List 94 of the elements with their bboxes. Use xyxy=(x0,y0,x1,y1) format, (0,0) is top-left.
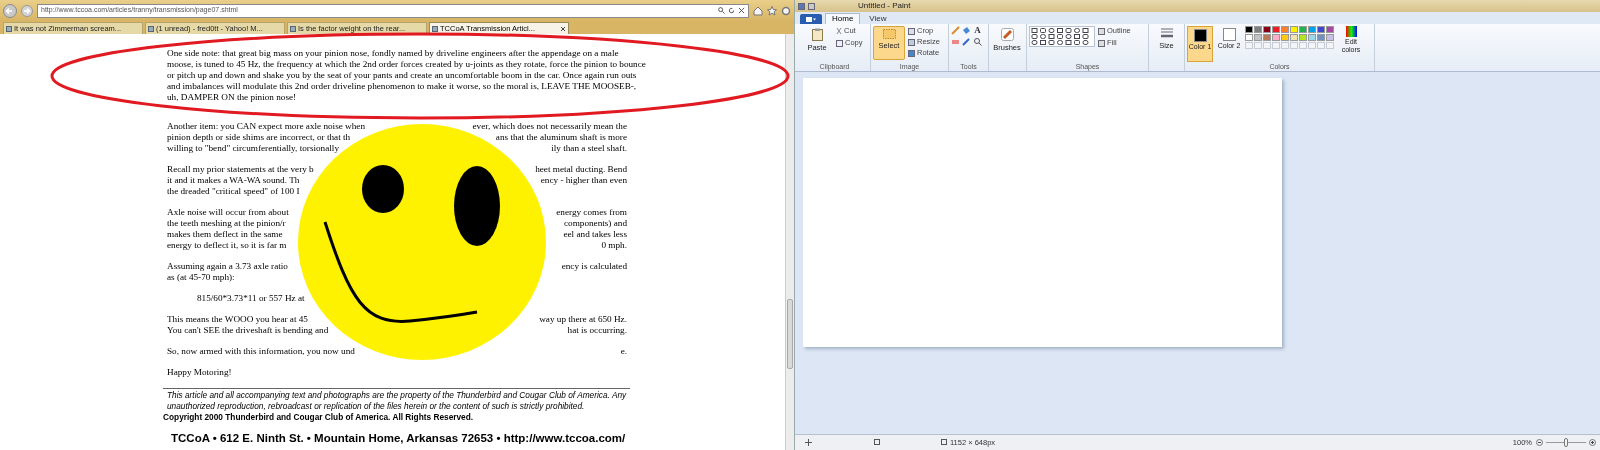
article-text: Recall my prior statements at the very b xyxy=(167,164,314,175)
article-text: You can't SEE the driveshaft is bending and xyxy=(167,325,329,336)
brush-icon xyxy=(1000,28,1014,41)
zoom-in-button[interactable] xyxy=(1589,439,1596,446)
color-swatch[interactable] xyxy=(1308,26,1316,33)
article-text: So, now armed with this information, you now und xyxy=(167,346,355,357)
color-swatch[interactable] xyxy=(1263,26,1271,33)
color-swatch[interactable] xyxy=(1272,26,1280,33)
article-text: the dreaded "critical speed" of 100 I xyxy=(167,186,300,197)
article-text: it and it makes a WA-WA sound. Th xyxy=(167,175,300,186)
close-icon[interactable] xyxy=(738,7,745,14)
copyright-notice: This article and all accompanying text and photographs are the property of the Thunderbird and Cougar Club of America. Any xyxy=(166,390,628,401)
color-swatch[interactable] xyxy=(1326,34,1334,41)
article-text: makes them deflect in the same xyxy=(167,229,283,240)
article-text: ency - higher than even xyxy=(540,175,627,186)
refresh-icon[interactable] xyxy=(728,7,735,14)
article-text: energy comes from xyxy=(556,207,627,218)
article-text: as (at 45-70 mph): xyxy=(167,272,235,283)
article-text: the teeth meshing at the pinion/r xyxy=(167,218,286,229)
eraser-icon[interactable] xyxy=(951,37,960,46)
contact-line: TCCoA • 612 E. Ninth St. • Mountain Home, Arkansas 72653 • http://www.tccoa.com/ xyxy=(171,431,626,446)
article-text: hat is occurring. xyxy=(567,325,627,336)
window-title: Untitled - Paint xyxy=(858,1,911,11)
back-icon[interactable] xyxy=(3,3,17,18)
article-text: ever, which does not necessarily mean the xyxy=(472,121,627,132)
magnifier-icon[interactable] xyxy=(973,37,982,46)
home-icon[interactable] xyxy=(753,5,763,16)
color-swatch[interactable] xyxy=(1272,34,1280,41)
article-text: ans that the aluminum shaft is more xyxy=(495,132,627,143)
color-picker-icon[interactable] xyxy=(962,37,971,46)
image-size-icon xyxy=(941,439,948,446)
article-text: Assuming again a 3.73 axle ratio xyxy=(167,261,288,272)
article-text: moose, is tuned to 45 Hz, the frequency at which the 2nd order forces created by u-joints as they rotate, force the pinion to bounce xyxy=(167,59,646,70)
color-swatch[interactable] xyxy=(1245,34,1253,41)
copyright-text: Copyright 2000 Thunderbird and Cougar Club of America. All Rights Reserved. xyxy=(163,412,475,423)
line-width-icon xyxy=(1160,28,1173,39)
article-text: eel and takes less xyxy=(563,229,627,240)
shapes-gallery-drawing[interactable] xyxy=(1029,26,1095,47)
selection-icon xyxy=(882,29,896,39)
forward-icon[interactable] xyxy=(21,4,33,17)
cursor-position-icon xyxy=(805,439,812,446)
article-text: One side note: that great big mass on your pinion nose, fondly named by driveline engineers after the appendage on a male xyxy=(167,48,619,59)
clipboard-icon xyxy=(811,28,823,41)
article-text: This means the WOOO you hear at 45 xyxy=(167,314,308,325)
ribbon-tab[interactable]: View xyxy=(863,13,893,24)
zoom-slider-thumb[interactable] xyxy=(1564,438,1568,447)
article-text: ency is calculated xyxy=(561,261,627,272)
article-text: Axle noise will occur from about xyxy=(167,207,289,218)
article-text: e. xyxy=(620,346,627,357)
article-text: 815/60*3.73*11 or 557 Hz at xyxy=(197,293,305,304)
color-swatch[interactable] xyxy=(1281,26,1289,33)
text-tool-button[interactable]: A xyxy=(973,26,982,35)
zoom-out-button[interactable] xyxy=(1536,439,1543,446)
color-swatch[interactable] xyxy=(1263,34,1271,41)
drawing-canvas[interactable] xyxy=(803,78,1282,347)
search-icon xyxy=(718,7,725,14)
article-text: willing to "bend" circumferentially, torsionally xyxy=(167,143,339,154)
color-swatch[interactable] xyxy=(1281,34,1289,41)
color-swatch[interactable] xyxy=(1245,26,1253,33)
article-text: ily than a steel shaft. xyxy=(551,143,627,154)
menu-icon xyxy=(806,16,816,22)
article-text: way up there at 650 Hz. xyxy=(539,314,627,325)
article-text: 0 mph. xyxy=(601,240,627,251)
scrollbar[interactable] xyxy=(785,34,794,450)
pencil-icon[interactable] xyxy=(951,26,960,35)
plus-icon xyxy=(1590,440,1595,445)
color-swatch[interactable] xyxy=(1326,26,1334,33)
article-text: Happy Motoring! xyxy=(167,367,232,378)
article-text: Another item: you CAN expect more axle noise when xyxy=(167,121,365,132)
color-swatch[interactable] xyxy=(1290,34,1298,41)
article-text: uh, DAMPER ON the pinion nose! xyxy=(167,92,297,103)
scissors-icon xyxy=(836,28,842,34)
color-swatch[interactable] xyxy=(1299,34,1307,41)
file-menu-button[interactable] xyxy=(800,14,822,24)
color-swatch[interactable] xyxy=(1317,34,1325,41)
color-spectrum-icon xyxy=(1345,26,1357,37)
article-text: and imbalances will modulate this 2nd order driveline phenomenon to make it worse, so the moral is, LEAVE THE MOOSEB-, xyxy=(167,81,637,92)
article-text: energy to deflect it, so it is far m xyxy=(167,240,287,251)
close-tab-icon[interactable] xyxy=(560,25,566,32)
article-text: heet metal ducting. Bend xyxy=(535,164,627,175)
article-text: or pitch up and down and shake you by the seat of your pants and create an uncomfortable boom in the car. Once again run outs xyxy=(167,70,637,81)
color-swatch[interactable] xyxy=(1254,34,1262,41)
copyright-notice: unauthorized reproduction, rebroadcast or replication of the files herein or the content of such is strictly prohibited. xyxy=(166,401,586,412)
color-swatch[interactable] xyxy=(1254,26,1262,33)
color-swatch[interactable] xyxy=(1317,26,1325,33)
color-swatch[interactable] xyxy=(1299,26,1307,33)
color-swatch[interactable] xyxy=(1290,26,1298,33)
star-icon[interactable] xyxy=(767,5,777,16)
minus-icon xyxy=(1537,440,1542,445)
article-text: components) and xyxy=(563,218,627,229)
color-swatch[interactable] xyxy=(1308,34,1316,41)
selection-size-icon xyxy=(874,439,881,446)
article-text: pinion depth or side shims are incorrect, or that th xyxy=(167,132,351,143)
fill-bucket-icon[interactable] xyxy=(962,26,971,35)
